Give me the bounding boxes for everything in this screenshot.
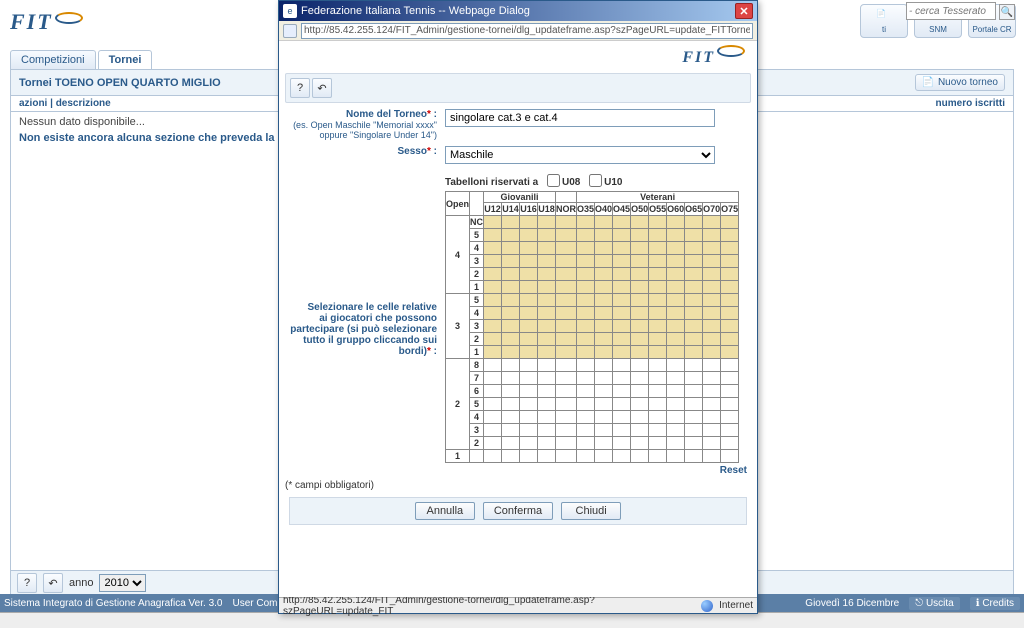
tabelloni-area: Selezionare le celle relative ai giocato…	[285, 172, 751, 476]
nuovo-torneo-button[interactable]: 📄Nuovo torneo	[915, 74, 1006, 91]
tab-competizioni[interactable]: Competizioni	[10, 50, 96, 69]
col-numero-iscritti: numero iscritti	[936, 98, 1005, 109]
row-sesso: Sesso* : Maschile	[285, 146, 751, 164]
fit-logo-small: FIT	[682, 49, 715, 67]
fit-logo: FIT	[10, 9, 83, 35]
dialog-body: FIT ? ↶ Nome del Torneo* : (es. Open Mas…	[279, 41, 757, 597]
dialog-button-bar: Annulla Conferma Chiudi	[289, 497, 747, 525]
fit-logo-ball-icon	[55, 12, 83, 24]
dialog-status-url: http://85.42.255.124/FIT_Admin/gestione-…	[283, 595, 695, 617]
back-icon[interactable]: ↶	[43, 573, 63, 593]
tab-tornei[interactable]: Tornei	[98, 50, 153, 69]
back-icon[interactable]: ↶	[312, 78, 332, 98]
row-nome-torneo: Nome del Torneo* : (es. Open Maschile "M…	[285, 109, 751, 140]
dialog-addressbar	[279, 21, 757, 41]
u10-checkbox[interactable]	[589, 174, 602, 187]
anno-label: anno	[69, 577, 93, 589]
panel-title: Tornei TOENO OPEN QUARTO MIGLIO	[19, 77, 221, 89]
header-btn-ti[interactable]: 📄ti	[860, 4, 908, 38]
close-icon[interactable]: ✕	[735, 3, 753, 19]
annulla-button[interactable]: Annulla	[415, 502, 475, 520]
conferma-button[interactable]: Conferma	[483, 502, 553, 520]
reset-link[interactable]: Reset	[445, 463, 751, 476]
fit-logo-ball-small-icon	[717, 45, 745, 57]
internet-zone-icon	[701, 600, 713, 612]
ie-page-small-icon	[283, 24, 297, 38]
dialog-toolbar: ? ↶	[285, 73, 751, 103]
search-input[interactable]	[906, 2, 996, 20]
fit-logo-text: FIT	[10, 9, 53, 35]
search-go[interactable]: 🔍	[999, 4, 1015, 20]
tabelloni-grid[interactable]: OpenGiovaniliVeteraniU12U14U16U18NORO35O…	[445, 191, 739, 463]
u08-checkbox[interactable]	[547, 174, 560, 187]
reserved-row: Tabelloni riservati a U08 U10	[445, 172, 751, 188]
anno-select[interactable]: 2010	[99, 574, 146, 592]
dialog-titlebar[interactable]: e Federazione Italiana Tennis -- Webpage…	[279, 1, 757, 21]
chiudi-button[interactable]: Chiudi	[561, 502, 621, 520]
dialog-title: Federazione Italiana Tennis -- Webpage D…	[301, 5, 530, 17]
dialog-logo-row: FIT	[285, 45, 751, 73]
status-version: Sistema Integrato di Gestione Anagrafica…	[4, 598, 222, 609]
sesso-select[interactable]: Maschile	[445, 146, 715, 164]
ie-page-icon: e	[283, 4, 297, 18]
webpage-dialog: e Federazione Italiana Tennis -- Webpage…	[278, 0, 758, 614]
obbligatori-note: (* campi obbligatori)	[285, 480, 751, 491]
help-icon[interactable]: ?	[17, 573, 37, 593]
dialog-url[interactable]	[301, 23, 753, 39]
dialog-status-zone: Internet	[719, 600, 753, 611]
credits-button[interactable]: ℹ Credits	[970, 597, 1020, 610]
uscita-button[interactable]: ⎋ Uscita	[909, 597, 960, 610]
nome-torneo-input[interactable]	[445, 109, 715, 127]
status-date: Giovedì 16 Dicembre	[805, 598, 899, 609]
plus-icon: 📄	[922, 77, 934, 88]
doc-icon: 📄	[876, 9, 892, 25]
tabelloni-label: Selezionare le celle relative ai giocato…	[285, 172, 445, 476]
help-icon[interactable]: ?	[290, 78, 310, 98]
search-area: 🔍	[906, 2, 1016, 20]
col-azioni: azioni	[19, 98, 47, 109]
dialog-statusbar: http://85.42.255.124/FIT_Admin/gestione-…	[279, 597, 757, 613]
col-descrizione: descrizione	[56, 98, 111, 109]
